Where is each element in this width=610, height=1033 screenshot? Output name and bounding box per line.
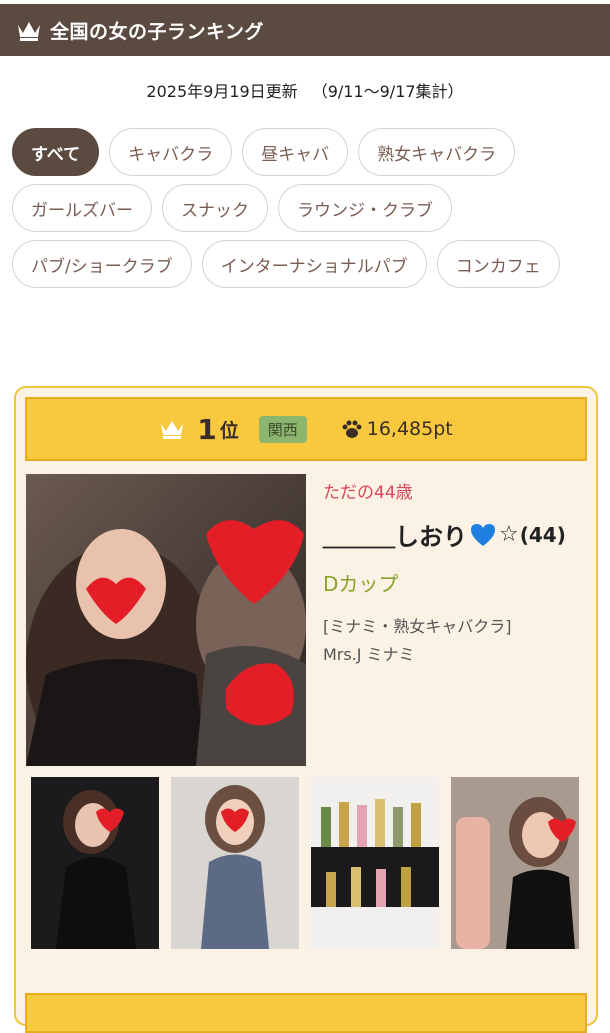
name-text: ＿＿＿しおり [323, 523, 467, 551]
shop-info[interactable]: [ミナミ・熟女キャバクラ] Mrs.J ミナミ [323, 613, 586, 669]
rank-number: 1 [197, 412, 217, 446]
thumbnail-list [31, 777, 579, 949]
category-tabs: すべて キャバクラ 昼キャバ 熟女キャバクラ ガールズバー スナック ラウンジ・… [0, 102, 610, 288]
region-badge: 関西 [258, 415, 307, 443]
cup-size: Dカップ [323, 572, 399, 596]
tab-day-kyaba[interactable]: 昼キャバ [242, 128, 349, 176]
tab-concafe[interactable]: コンカフェ [436, 240, 560, 288]
shop-name: Mrs.J ミナミ [323, 645, 415, 664]
tab-international-pub[interactable]: インターナショナルパブ [201, 240, 427, 288]
age: (44) [519, 522, 566, 547]
crown-icon [161, 421, 184, 439]
catchphrase: ただの44歳 [323, 483, 413, 503]
profile-photo[interactable] [26, 474, 306, 766]
rank-bar: 1 位 関西 16,485pt [25, 397, 587, 461]
tab-pub-show-club[interactable]: パブ/ショークラブ [12, 240, 192, 288]
update-info: 2025年9月19日更新 （9/11〜9/17集計） [0, 78, 610, 102]
tab-girls-bar[interactable]: ガールズバー [12, 184, 152, 232]
page-title: 全国の女の子ランキング [50, 20, 264, 43]
tab-mature-kyabakura[interactable]: 熟女キャバクラ [358, 128, 516, 176]
tab-all[interactable]: すべて [12, 128, 100, 176]
tab-lounge-club[interactable]: ラウンジ・クラブ [278, 184, 452, 232]
girl-name[interactable]: ＿＿＿しおり ☆ (44) [323, 517, 586, 552]
paw-icon [342, 420, 362, 438]
rank-suffix: 位 [219, 419, 239, 442]
ranking-card[interactable]: 1 位 関西 16,485pt ただの44歳 ＿＿＿しおり ☆ (44) Dカッ… [14, 386, 598, 1033]
name-star: ☆ [499, 522, 519, 547]
thumbnail-photo[interactable] [31, 777, 159, 949]
tally-period: （9/11〜9/17集計） [311, 82, 464, 101]
tab-snack[interactable]: スナック [162, 184, 268, 232]
thumbnail-photo[interactable] [451, 777, 579, 949]
page-header: 全国の女の子ランキング [0, 0, 610, 56]
shop-category: [ミナミ・熟女キャバクラ] [323, 617, 512, 636]
thumbnail-photo[interactable] [171, 777, 299, 949]
crown-icon [18, 22, 40, 41]
blue-heart-icon [471, 523, 495, 546]
profile-info: ただの44歳 ＿＿＿しおり ☆ (44) Dカップ [ミナミ・熟女キャバクラ] … [323, 478, 586, 669]
tab-kyabakura[interactable]: キャバクラ [109, 128, 233, 176]
thumbnail-photo[interactable] [311, 777, 439, 949]
update-date: 2025年9月19日更新 [146, 82, 298, 101]
points-value: 16,485pt [366, 418, 453, 440]
next-rank-bar [25, 993, 587, 1033]
